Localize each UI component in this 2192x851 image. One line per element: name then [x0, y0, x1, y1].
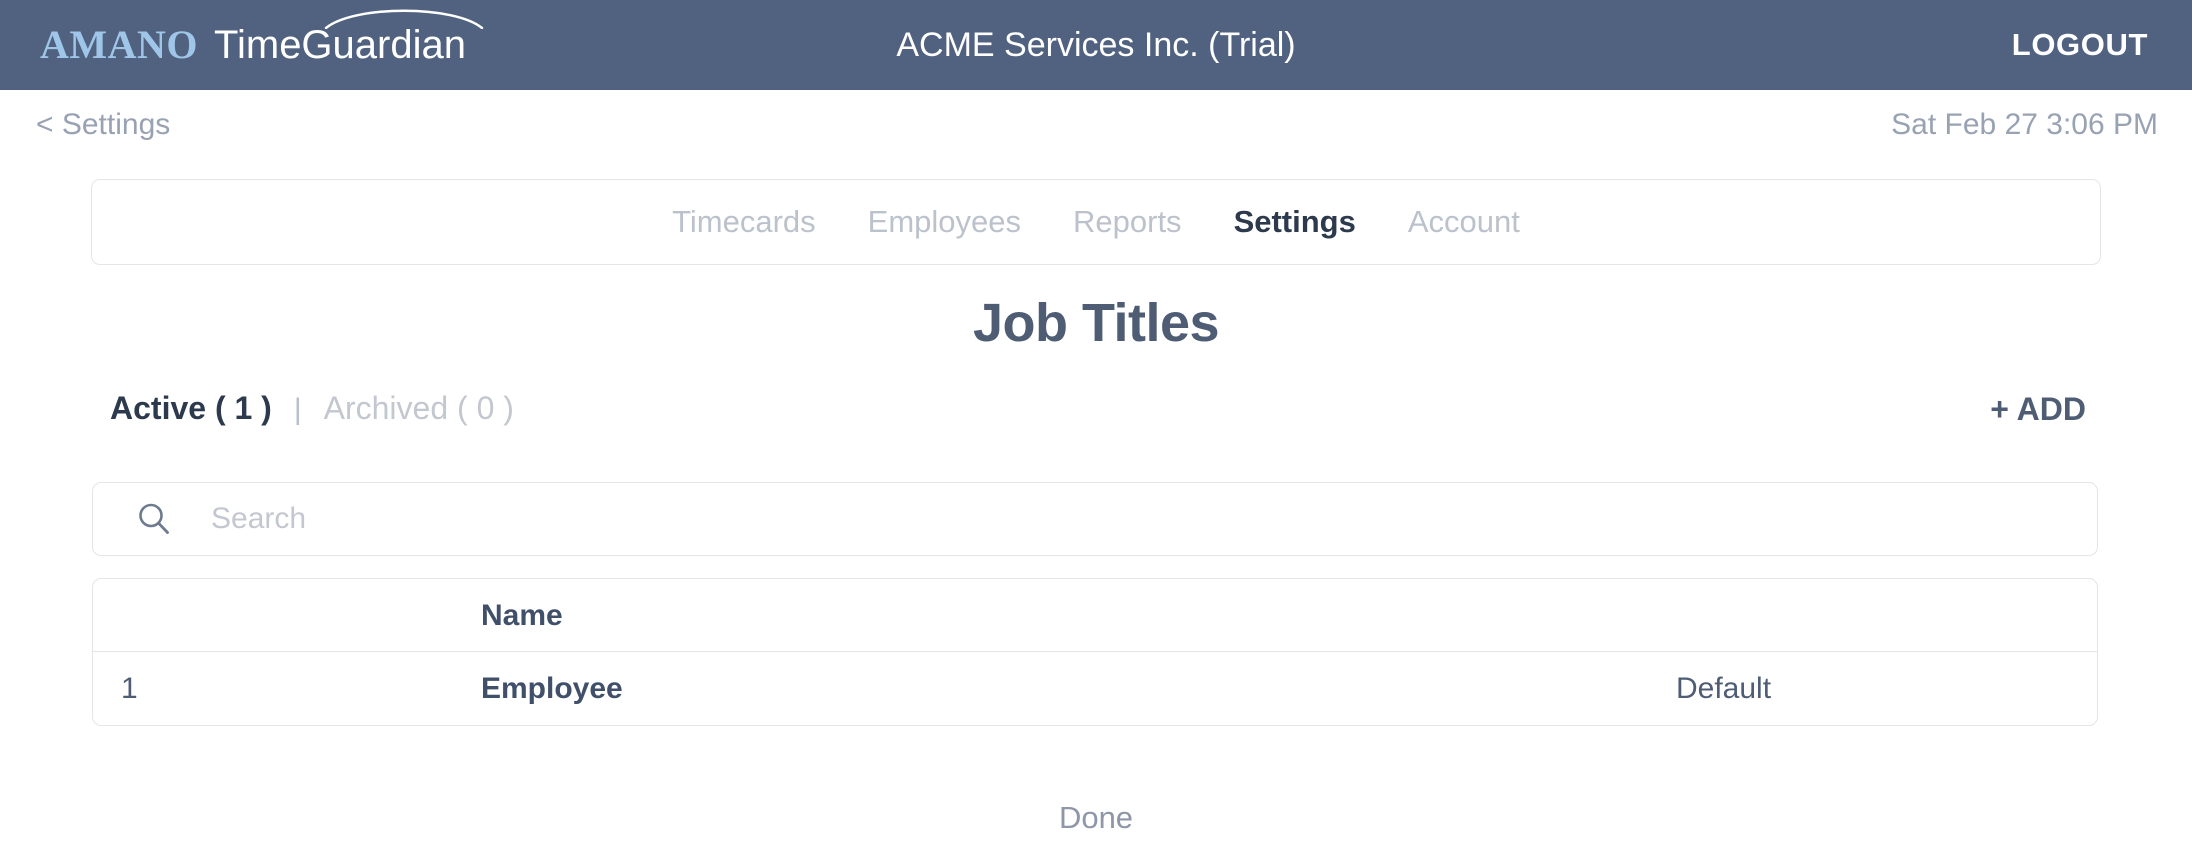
row-default-flag: Default [1676, 672, 1772, 705]
row-name: Employee [481, 672, 623, 705]
tab-account[interactable]: Account [1408, 204, 1520, 240]
logout-button[interactable]: LOGOUT [2012, 27, 2148, 63]
company-title: ACME Services Inc. (Trial) [896, 25, 1296, 64]
column-header-name: Name [481, 599, 563, 632]
search-input[interactable] [211, 494, 2097, 544]
tab-reports[interactable]: Reports [1073, 204, 1182, 240]
row-index: 1 [121, 672, 138, 705]
back-to-settings-link[interactable]: < Settings [36, 108, 170, 142]
app-header: AMANO TimeGuardian ACME Services Inc. (T… [0, 0, 2192, 90]
filter-row: Active ( 1 ) | Archived ( 0 ) + ADD [92, 390, 2098, 436]
table-header-row: Name [93, 579, 2097, 652]
done-button[interactable]: Done [0, 800, 2192, 836]
page-title: Job Titles [972, 293, 1220, 353]
filter-group: Active ( 1 ) | Archived ( 0 ) [110, 390, 514, 427]
search-icon [139, 503, 169, 534]
sub-header-row: < Settings Sat Feb 27 3:06 PM [0, 90, 2192, 152]
tab-timecards[interactable]: Timecards [672, 204, 816, 240]
tab-employees[interactable]: Employees [868, 204, 1021, 240]
tab-settings[interactable]: Settings [1234, 204, 1356, 240]
filter-archived[interactable]: Archived ( 0 ) [324, 390, 514, 427]
clock-display: Sat Feb 27 3:06 PM [1891, 108, 2158, 141]
job-titles-table: Name 1 Employee Default [92, 578, 2098, 726]
filter-active[interactable]: Active ( 1 ) [110, 390, 272, 427]
main-nav: Timecards Employees Reports Settings Acc… [91, 179, 2101, 265]
table-row[interactable]: 1 Employee Default [93, 652, 2097, 725]
filter-separator: | [293, 393, 302, 426]
add-button[interactable]: + ADD [1990, 391, 2086, 428]
search-bar[interactable] [92, 482, 2098, 556]
